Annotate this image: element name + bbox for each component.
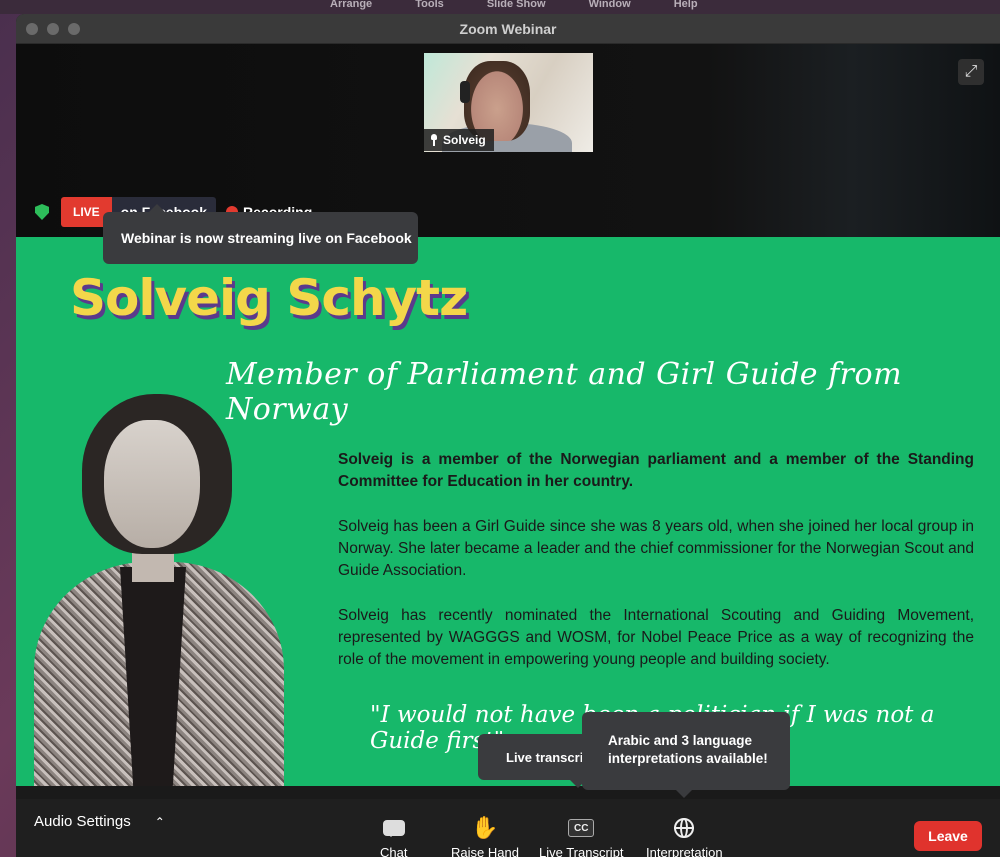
leave-button[interactable]: Leave — [914, 821, 982, 851]
participant-name-tag: Solveig — [424, 129, 494, 151]
shield-icon[interactable] — [35, 204, 49, 220]
bio-paragraph: Solveig has recently nominated the Inter… — [338, 607, 974, 668]
chat-icon — [382, 820, 405, 837]
globe-icon — [674, 818, 695, 838]
raise-hand-label: Raise Hand — [451, 845, 519, 857]
zoom-window: Zoom Webinar Solveig ⤢ LIVE on Facebook … — [16, 14, 1000, 857]
chevron-up-icon[interactable]: ⌃ — [155, 815, 165, 829]
raise-hand-button[interactable]: ✋ Raise Hand — [451, 815, 519, 857]
menu-window[interactable]: Window — [589, 0, 631, 10]
menu-help[interactable]: Help — [674, 0, 698, 10]
speaker-portrait — [24, 382, 284, 786]
menu-tools[interactable]: Tools — [415, 0, 444, 10]
participant-name: Solveig — [443, 133, 486, 147]
interpretation-label: Interpretation — [646, 845, 723, 857]
pin-icon — [430, 134, 438, 146]
menu-slide-show[interactable]: Slide Show — [487, 0, 546, 10]
speaker-bio: Solveig is a member of the Norwegian par… — [338, 449, 974, 694]
bio-paragraph: Solveig is a member of the Norwegian par… — [338, 451, 974, 490]
fullscreen-button[interactable]: ⤢ — [958, 59, 984, 85]
raise-hand-icon: ✋ — [471, 815, 499, 840]
slide-subtitle: Member of Parliament and Girl Guide from… — [226, 357, 903, 427]
closed-caption-icon: CC — [568, 819, 595, 837]
expand-icon: ⤢ — [964, 63, 978, 80]
chat-label: Chat — [380, 845, 408, 857]
portrait-face — [104, 420, 200, 548]
window-title: Zoom Webinar — [459, 21, 557, 37]
meeting-toolbar: Audio Settings ⌃ Chat ✋ Raise Hand CC Li… — [16, 799, 1000, 857]
headset-graphic — [460, 81, 470, 103]
facebook-live-tooltip: Webinar is now streaming live on Faceboo… — [103, 204, 418, 264]
audio-settings-button[interactable]: Audio Settings ⌃ — [34, 813, 165, 830]
interpretation-tooltip: Arabic and 3 language interpretations av… — [582, 712, 790, 798]
chat-button[interactable]: Chat — [380, 815, 407, 857]
menu-arrange[interactable]: Arrange — [330, 0, 372, 10]
live-transcript-label: Live Transcript — [539, 845, 624, 857]
slide-speaker-name: Solveig Schytz — [70, 269, 468, 327]
bio-paragraph: Solveig has been a Girl Guide since she … — [338, 518, 974, 579]
title-bar: Zoom Webinar — [16, 14, 1000, 44]
shared-slide: Solveig Schytz Member of Parliament and … — [16, 237, 1000, 786]
live-transcript-button[interactable]: CC Live Transcript — [539, 815, 624, 857]
audio-settings-label: Audio Settings — [34, 813, 131, 830]
macos-menubar: Arrange Tools Slide Show Window Help — [0, 0, 1000, 14]
interpretation-button[interactable]: Interpretation — [646, 815, 723, 857]
